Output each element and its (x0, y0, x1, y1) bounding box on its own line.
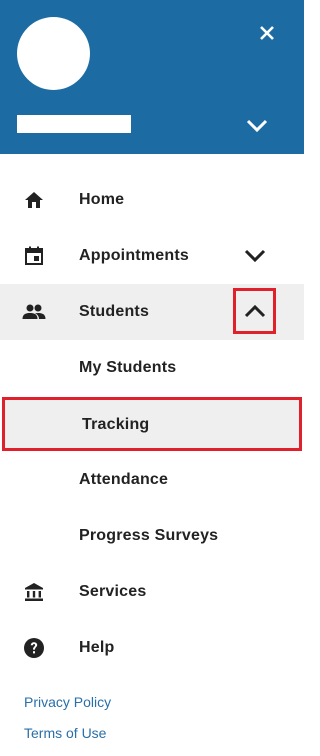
nav-subitem-tracking[interactable]: Tracking (2, 397, 302, 451)
nav-item-help[interactable]: Help (0, 620, 304, 676)
chevron-down-icon (246, 119, 268, 133)
close-button[interactable] (254, 20, 280, 46)
nav-menu: Home Appointments Students My Students T… (0, 172, 304, 676)
profile-header (0, 0, 304, 154)
nav-item-students[interactable]: Students (0, 284, 304, 340)
nav-item-services[interactable]: Services (0, 564, 304, 620)
nav-label-appointments: Appointments (79, 247, 189, 264)
calendar-icon (22, 244, 46, 268)
close-icon (260, 26, 274, 40)
subitem-label: Tracking (82, 416, 150, 433)
terms-of-use-link[interactable]: Terms of Use (24, 725, 111, 741)
profile-expand-button[interactable] (243, 112, 271, 140)
footer-links: Privacy Policy Terms of Use (24, 694, 111, 756)
students-collapse-button[interactable] (233, 288, 276, 334)
subitem-label: Attendance (79, 471, 169, 488)
nav-item-home[interactable]: Home (0, 172, 304, 228)
chevron-up-icon (244, 304, 265, 318)
user-name-placeholder (17, 115, 131, 133)
appointments-expand-button[interactable] (240, 242, 270, 270)
subitem-label: My Students (79, 359, 177, 376)
people-icon (22, 300, 46, 324)
nav-label-services: Services (79, 583, 147, 600)
nav-label-home: Home (79, 191, 125, 208)
home-icon (22, 188, 46, 212)
nav-subitem-progress-surveys[interactable]: Progress Surveys (0, 508, 304, 564)
nav-subitem-my-students[interactable]: My Students (0, 340, 304, 396)
avatar (17, 17, 90, 90)
subitem-label: Progress Surveys (79, 527, 219, 544)
nav-label-help: Help (79, 639, 115, 656)
help-circle-icon (22, 636, 46, 660)
privacy-policy-link[interactable]: Privacy Policy (24, 694, 111, 710)
nav-subitem-attendance[interactable]: Attendance (0, 452, 304, 508)
nav-label-students: Students (79, 303, 150, 320)
bank-icon (22, 580, 46, 604)
nav-item-appointments[interactable]: Appointments (0, 228, 304, 284)
chevron-down-icon (244, 249, 266, 263)
